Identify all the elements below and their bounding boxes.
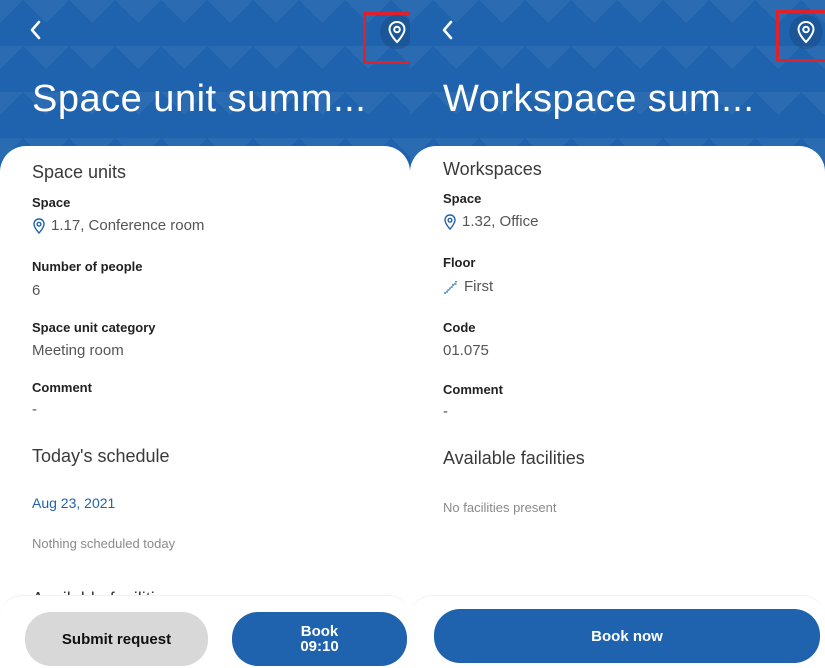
book-button-label: Book: [300, 623, 339, 640]
chevron-left-icon: [30, 20, 41, 40]
highlight-box: [363, 12, 410, 64]
facilities-empty-text: No facilities present: [443, 500, 557, 515]
facilities-heading: Available facilities: [443, 448, 585, 468]
people-value: 6: [32, 282, 41, 299]
category-label: Space unit category: [32, 320, 156, 335]
space-value-row: 1.17, Conference room: [32, 217, 204, 234]
comment-label: Comment: [32, 380, 92, 395]
book-button[interactable]: Book 09:10: [232, 612, 407, 666]
map-pin-icon: [444, 213, 456, 230]
book-now-label: Book now: [591, 627, 663, 645]
workspace-summary-screen: Workspace sum... Workspaces Space 1.32, …: [410, 0, 825, 668]
chevron-left-icon: [442, 20, 453, 40]
back-button[interactable]: [28, 18, 52, 46]
code-value: 01.075: [443, 342, 489, 359]
comment-label: Comment: [443, 382, 503, 397]
book-button-time: 09:10: [300, 638, 339, 655]
action-footer: Book now: [410, 595, 825, 668]
details-sheet: Workspaces Space 1.32, Office Floor Firs…: [410, 146, 825, 668]
schedule-date[interactable]: Aug 23, 2021: [32, 495, 115, 511]
comment-value: -: [32, 401, 37, 418]
code-label: Code: [443, 320, 476, 335]
space-label: Space: [443, 191, 482, 206]
space-units-heading: Space units: [32, 162, 127, 182]
map-pin-icon: [33, 217, 45, 234]
details-sheet: Space units Space 1.17, Conference room …: [0, 146, 410, 668]
people-label: Number of people: [32, 259, 143, 274]
comment-value: -: [443, 403, 448, 420]
stairs-icon: [444, 280, 457, 294]
submit-request-button[interactable]: Submit request: [25, 612, 208, 666]
space-value-row: 1.32, Office: [443, 213, 538, 230]
page-title: Space unit summ...: [32, 78, 367, 120]
page-title: Workspace sum...: [443, 78, 755, 120]
highlight-box: [776, 10, 825, 62]
space-label: Space: [32, 195, 71, 210]
category-value: Meeting room: [32, 342, 124, 359]
workspaces-heading: Workspaces: [443, 159, 542, 179]
action-footer: Submit request Book 09:10: [0, 595, 410, 668]
space-unit-summary-screen: Space unit summ... Space units Space 1.1…: [0, 0, 410, 668]
schedule-empty-text: Nothing scheduled today: [32, 536, 176, 551]
floor-value-row: First: [443, 278, 493, 295]
schedule-heading: Today's schedule: [32, 446, 170, 466]
floor-value: First: [464, 278, 494, 295]
space-value: 1.17, Conference room: [51, 217, 205, 234]
floor-label: Floor: [443, 255, 476, 270]
space-value: 1.32, Office: [462, 213, 539, 230]
book-now-button[interactable]: Book now: [434, 609, 820, 663]
back-button[interactable]: [440, 18, 464, 46]
